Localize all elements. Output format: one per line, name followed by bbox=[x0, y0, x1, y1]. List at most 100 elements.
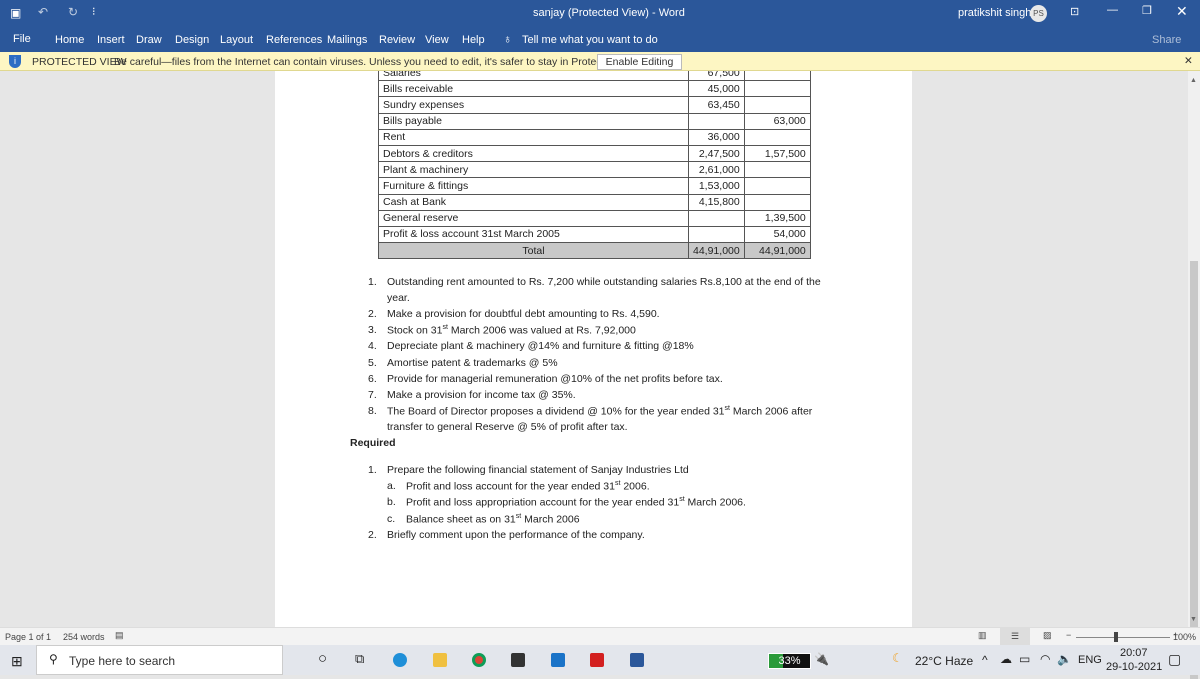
tab-insert[interactable]: Insert bbox=[97, 34, 125, 46]
table-row: General reserve 1,39,500 bbox=[378, 209, 811, 227]
avatar[interactable]: PS bbox=[1030, 5, 1047, 22]
note-item-continued: transfer to general Reserve @ 5% of prof… bbox=[387, 421, 628, 433]
close-bar-icon[interactable]: ✕ bbox=[1184, 55, 1193, 67]
tab-references[interactable]: References bbox=[266, 34, 322, 46]
note-item: The Board of Director proposes a dividen… bbox=[387, 405, 813, 418]
credit-amount: 63,000 bbox=[743, 112, 811, 130]
battery-icon[interactable]: ▭ bbox=[1019, 652, 1030, 666]
edge-icon[interactable] bbox=[393, 653, 407, 667]
tell-me-search[interactable]: Tell me what you want to do bbox=[522, 34, 658, 46]
word-count[interactable]: 254 words bbox=[63, 632, 105, 642]
language-indicator[interactable]: ENG bbox=[1078, 654, 1102, 666]
store-icon[interactable] bbox=[511, 653, 525, 667]
tab-help[interactable]: Help bbox=[462, 34, 485, 46]
shield-icon: i bbox=[9, 55, 21, 68]
table-row: Bills payable 63,000 bbox=[378, 112, 811, 130]
credit-amount bbox=[743, 128, 811, 146]
share-button[interactable]: Share bbox=[1152, 34, 1181, 46]
note-item: Amortise patent & trademarks @ 5% bbox=[387, 357, 558, 369]
save-icon[interactable]: ▣ bbox=[10, 6, 21, 20]
vertical-scrollbar[interactable]: ▲ ▼ bbox=[1188, 71, 1200, 679]
list-number: 2. bbox=[368, 529, 377, 541]
account-name: Salaries bbox=[378, 71, 689, 82]
table-row: Salaries 67,500 bbox=[378, 71, 811, 82]
show-hidden-icons[interactable]: ^ bbox=[982, 653, 988, 667]
customize-icon[interactable]: ⁝ bbox=[92, 5, 96, 18]
note-item: Outstanding rent amounted to Rs. 7,200 w… bbox=[387, 276, 821, 288]
tab-mailings[interactable]: Mailings bbox=[327, 34, 367, 46]
account-name: Plant & machinery bbox=[378, 161, 689, 179]
minimize-icon[interactable]: — bbox=[1107, 4, 1118, 16]
clock-date[interactable]: 29-10-2021 bbox=[1106, 661, 1162, 673]
account-name: Bills payable bbox=[378, 112, 689, 130]
volume-icon[interactable]: 🔈 bbox=[1057, 652, 1072, 666]
title-bar: ▣ ↶ ↻ ⁝ sanjay (Protected View) - Word p… bbox=[0, 0, 1200, 27]
required-item-1: Prepare the following financial statemen… bbox=[387, 464, 689, 476]
debit-amount: 67,500 bbox=[688, 71, 745, 82]
zoom-slider-thumb[interactable] bbox=[1114, 632, 1118, 642]
weather-text[interactable]: 22°C Haze bbox=[915, 654, 973, 668]
total-amount: 44,91,000 bbox=[688, 242, 745, 260]
scroll-up-icon[interactable]: ▲ bbox=[1190, 77, 1197, 84]
scroll-down-icon[interactable]: ▼ bbox=[1190, 616, 1197, 623]
notifications-icon[interactable]: ▢ bbox=[1168, 651, 1181, 668]
table-row: Furniture & fittings 1,53,000 bbox=[378, 177, 811, 195]
debit-amount: 45,000 bbox=[688, 80, 745, 98]
cortana-icon[interactable]: ○ bbox=[318, 650, 327, 667]
zoom-level[interactable]: 100% bbox=[1173, 632, 1196, 642]
account-name: Profit & loss account 31st March 2005 bbox=[378, 225, 689, 244]
tab-review[interactable]: Review bbox=[379, 34, 415, 46]
lightbulb-icon: ♁ bbox=[503, 32, 512, 46]
user-name[interactable]: pratikshit singh bbox=[958, 7, 1031, 19]
debit-amount: 4,15,800 bbox=[688, 193, 745, 211]
mail-icon[interactable] bbox=[551, 653, 565, 667]
tab-view[interactable]: View bbox=[425, 34, 449, 46]
chrome-icon[interactable] bbox=[472, 653, 486, 667]
close-icon[interactable]: ✕ bbox=[1176, 3, 1188, 20]
account-name: Rent bbox=[378, 128, 689, 146]
tab-home[interactable]: Home bbox=[55, 34, 84, 46]
undo-icon[interactable]: ↶ bbox=[38, 5, 48, 19]
list-number: 1. bbox=[368, 276, 377, 288]
page-count[interactable]: Page 1 of 1 bbox=[5, 632, 51, 642]
debit-amount bbox=[688, 225, 745, 244]
credit-amount: 54,000 bbox=[743, 225, 811, 244]
restore-icon[interactable]: ❐ bbox=[1142, 4, 1152, 17]
tab-file[interactable]: File bbox=[13, 33, 31, 45]
file-explorer-icon[interactable] bbox=[433, 653, 447, 667]
enable-editing-button[interactable]: Enable Editing bbox=[597, 54, 682, 70]
table-row: Sundry expenses 63,450 bbox=[378, 96, 811, 114]
clock-time[interactable]: 20:07 bbox=[1120, 647, 1148, 659]
redo-icon[interactable]: ↻ bbox=[68, 5, 78, 19]
account-name: Sundry expenses bbox=[378, 96, 689, 114]
proofing-icon[interactable]: ▤ bbox=[115, 630, 124, 641]
search-icon: ⚲ bbox=[49, 652, 58, 666]
wifi-icon[interactable]: ◠ bbox=[1040, 652, 1050, 666]
onedrive-icon[interactable]: ☁ bbox=[1000, 652, 1012, 666]
note-item-continued: year. bbox=[387, 292, 410, 304]
tab-design[interactable]: Design bbox=[175, 34, 209, 46]
zoom-out-icon[interactable]: − bbox=[1066, 630, 1071, 640]
acrobat-icon[interactable] bbox=[590, 653, 604, 667]
word-icon[interactable] bbox=[630, 653, 644, 667]
total-row: Total 44,91,000 44,91,000 bbox=[378, 242, 811, 260]
zoom-slider[interactable] bbox=[1076, 637, 1170, 638]
required-item-c: Balance sheet as on 31st March 2006 bbox=[406, 513, 580, 526]
tab-layout[interactable]: Layout bbox=[220, 34, 253, 46]
window-title: sanjay (Protected View) - Word bbox=[533, 7, 685, 19]
trial-balance-table: Salaries 67,500 Bills receivable 45,000 Sund… bbox=[378, 71, 811, 260]
status-bar: Page 1 of 1 254 words ▤ ▥ ☰ ▨ − + 100% bbox=[0, 627, 1200, 645]
ribbon-display-icon[interactable]: ⊡ bbox=[1070, 5, 1079, 18]
read-mode-icon[interactable]: ▥ bbox=[978, 630, 987, 641]
print-layout-icon[interactable]: ☰ bbox=[1000, 628, 1030, 645]
battery-indicator[interactable]: 33% bbox=[768, 653, 811, 669]
protected-view-message: Be careful—files from the Internet can c… bbox=[114, 56, 644, 68]
tab-draw[interactable]: Draw bbox=[136, 34, 162, 46]
list-number: 1. bbox=[368, 464, 377, 476]
debit-amount: 2,47,500 bbox=[688, 144, 745, 163]
web-layout-icon[interactable]: ▨ bbox=[1043, 630, 1052, 641]
taskbar-search[interactable]: ⚲ Type here to search bbox=[36, 645, 283, 675]
task-view-icon[interactable]: ⧉ bbox=[355, 651, 364, 667]
ribbon-tabs: File Home Insert Draw Design Layout Refe… bbox=[0, 27, 1200, 52]
windows-start-icon[interactable]: ⊞ bbox=[11, 653, 23, 670]
